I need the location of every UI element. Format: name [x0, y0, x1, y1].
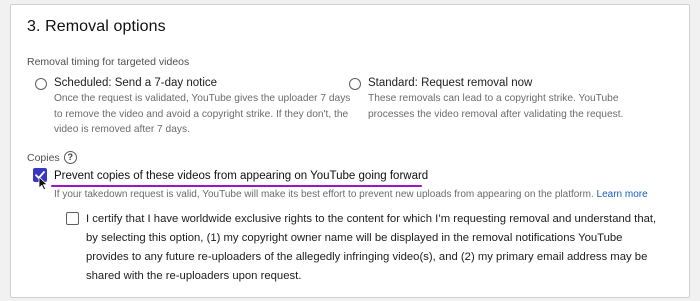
certify-rights-checkbox[interactable]	[66, 212, 79, 225]
scheduled-desc-line-3: video is removed after 7 days.	[54, 124, 190, 135]
certify-rights-text[interactable]: I certify that I have worldwide exclusiv…	[86, 210, 686, 286]
copies-label: Copies	[27, 151, 60, 164]
standard-removal-title[interactable]: Standard: Request removal now	[368, 77, 532, 89]
certify-line-3: provides to any future re-uploaders of t…	[86, 251, 648, 263]
scheduled-notice-radio[interactable]	[35, 78, 47, 90]
certify-line-2: by selecting this option, (1) my copyrig…	[86, 232, 623, 244]
scheduled-desc-line-1: Once the request is validated, YouTube g…	[54, 93, 351, 104]
mouse-pointer-icon	[38, 176, 49, 191]
learn-more-link[interactable]: Learn more	[597, 189, 648, 200]
question-circle-icon[interactable]: ?	[63, 151, 77, 164]
standard-desc-line-2: processes the video removal after valida…	[368, 108, 624, 120]
certify-line-1: I certify that I have worldwide exclusiv…	[86, 213, 657, 225]
copies-header: Copies ?	[27, 151, 77, 164]
standard-removal-description: These removals can lead to a copyright s…	[368, 91, 623, 122]
standard-desc-line-1: These removals can lead to a copyright s…	[368, 93, 619, 104]
standard-removal-radio[interactable]	[349, 78, 361, 90]
annotation-underline	[51, 185, 422, 187]
prevent-desc-text: If your takedown request is valid, YouTu…	[54, 189, 594, 200]
scheduled-notice-description: Once the request is validated, YouTube g…	[54, 91, 350, 138]
scheduled-notice-title[interactable]: Scheduled: Send a 7-day notice	[54, 77, 217, 89]
section-title: 3. Removal options	[27, 18, 166, 35]
removal-options-card: 3. Removal options Removal timing for ta…	[10, 4, 690, 298]
certify-line-4: shared with the re-uploaders upon reques…	[86, 270, 302, 282]
prevent-copies-description: If your takedown request is valid, YouTu…	[54, 189, 648, 200]
prevent-copies-label[interactable]: Prevent copies of these videos from appe…	[54, 170, 428, 182]
scheduled-desc-line-2: to remove the video and avoid a copyrigh…	[54, 108, 349, 120]
removal-timing-label: Removal timing for targeted videos	[27, 56, 190, 68]
